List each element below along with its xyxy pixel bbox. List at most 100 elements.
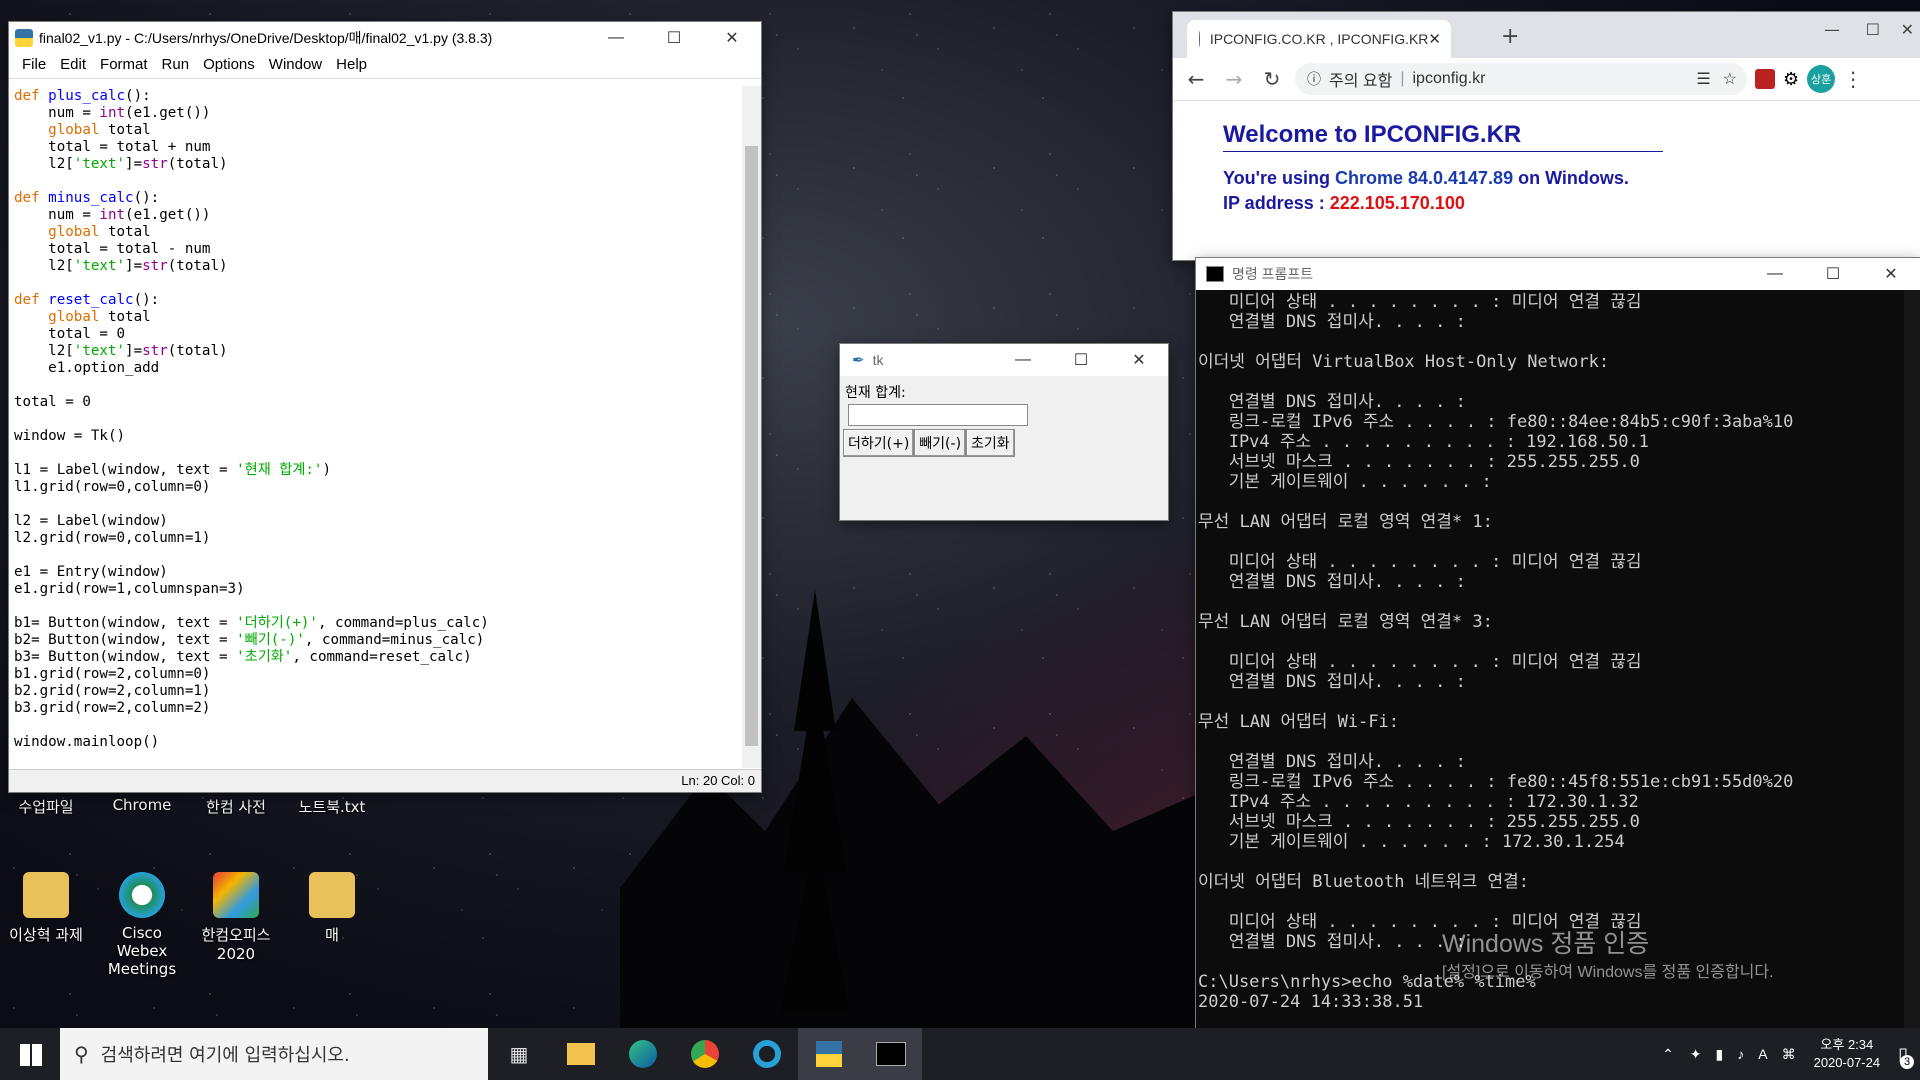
page-content: Welcome to IPCONFIG.KR You're using Chro… bbox=[1173, 101, 1920, 234]
bookmark-star-icon[interactable]: ☆ bbox=[1723, 69, 1737, 89]
edge-icon[interactable] bbox=[612, 1028, 674, 1080]
console-line: 연결별 DNS 접미사. . . . : bbox=[1198, 752, 1466, 772]
code-editor[interactable]: def plus_calc(): num = int(e1.get()) glo… bbox=[9, 86, 742, 768]
chevron-up-icon[interactable]: ⌃ bbox=[1662, 1046, 1674, 1063]
desktop-icon-hancom-office[interactable]: 한컴오피스 2020 bbox=[190, 872, 282, 963]
minimize-button[interactable]: — bbox=[1824, 20, 1840, 39]
desktop-icon-assignment[interactable]: 이상혁 과제 bbox=[0, 872, 92, 945]
chrome-window[interactable]: IPCONFIG.CO.KR , IPCONFIG.KR ✕ + — ☐ ✕ ←… bbox=[1173, 12, 1920, 260]
maximize-button[interactable]: ☐ bbox=[1804, 258, 1862, 290]
minimize-button[interactable]: — bbox=[994, 344, 1052, 376]
ime-icon[interactable]: A bbox=[1758, 1046, 1767, 1062]
close-button[interactable]: ✕ bbox=[1110, 344, 1168, 376]
search-icon: ⚲ bbox=[74, 1042, 89, 1066]
activation-watermark-subtitle: [설정]으로 이동하여 Windows를 정품 인증합니다. bbox=[1442, 964, 1774, 981]
task-view-icon[interactable]: ▦ bbox=[488, 1028, 550, 1080]
browser-version: Chrome 84.0.4147.89 bbox=[1334, 168, 1514, 188]
console-line: 미디어 상태 . . . . . . . . : 미디어 연결 끊김 bbox=[1198, 292, 1642, 312]
add-button[interactable]: 더하기(+) bbox=[843, 429, 915, 457]
desktop-icon-mae-folder[interactable]: 매 bbox=[286, 872, 378, 945]
console-line: 기본 게이트웨이 . . . . . . : bbox=[1198, 472, 1492, 492]
minimize-button[interactable]: — bbox=[587, 22, 645, 54]
console-line: 링크-로컬 IPv6 주소 . . . . : fe80::84ee:84b5:… bbox=[1198, 412, 1794, 432]
cmd-taskbar-icon[interactable] bbox=[860, 1028, 922, 1080]
reload-button[interactable]: ↻ bbox=[1257, 67, 1287, 91]
tk-app-window[interactable]: ✒ tk — ☐ ✕ 현재 합계: 더하기(+) 빼기(-) 초기화 bbox=[840, 344, 1168, 520]
windows-start-icon[interactable] bbox=[20, 1044, 42, 1066]
editor-scrollbar[interactable] bbox=[742, 86, 761, 768]
wifi-icon[interactable]: ⌘ bbox=[1782, 1046, 1796, 1063]
chrome-taskbar-icon[interactable] bbox=[674, 1028, 736, 1080]
close-button[interactable]: ✕ bbox=[703, 22, 761, 54]
notification-center-icon[interactable]: ▯ 3 bbox=[1898, 1044, 1914, 1069]
hancom-office-icon bbox=[213, 872, 259, 918]
battery-icon[interactable]: ▮ bbox=[1716, 1046, 1724, 1063]
menu-run[interactable]: Run bbox=[155, 54, 197, 78]
webex-icon bbox=[119, 872, 165, 918]
cursor-position: Ln: 20 Col: 0 bbox=[681, 773, 755, 788]
maximize-button[interactable]: ☐ bbox=[1866, 20, 1880, 39]
webex-taskbar-icon[interactable] bbox=[736, 1028, 798, 1080]
clock[interactable]: 오후 2:34 2020-07-24 bbox=[1814, 1036, 1881, 1072]
taskbar-search-box[interactable]: ⚲ 검색하려면 여기에 입력하십시오. bbox=[60, 1028, 488, 1080]
cmd-titlebar[interactable]: 명령 프롬프트 — ☐ ✕ bbox=[1196, 258, 1920, 290]
reset-button[interactable]: 초기화 bbox=[966, 429, 1015, 457]
address-bar[interactable]: ⓘ 주의 요함 | ipconfig.kr ☰ ☆ bbox=[1295, 63, 1747, 95]
extensions-icon[interactable]: ⚙ bbox=[1783, 69, 1799, 90]
console-line: 서브넷 마스크 . . . . . . . : 255.255.255.0 bbox=[1198, 812, 1640, 832]
file-explorer-icon[interactable] bbox=[550, 1028, 612, 1080]
ip-address: 222.105.170.100 bbox=[1329, 193, 1465, 213]
folder-icon bbox=[23, 872, 69, 918]
close-button[interactable]: ✕ bbox=[1862, 258, 1920, 290]
pdf-extension-icon[interactable] bbox=[1755, 69, 1775, 89]
volume-icon[interactable]: ♪ bbox=[1737, 1046, 1744, 1062]
menu-window[interactable]: Window bbox=[262, 54, 329, 78]
page-heading: Welcome to IPCONFIG.KR bbox=[1223, 121, 1663, 152]
console-line: 이더넷 어댑터 Bluetooth 네트워크 연결: bbox=[1198, 872, 1529, 892]
console-scrollbar[interactable] bbox=[1904, 290, 1920, 1030]
maximize-button[interactable]: ☐ bbox=[1052, 344, 1110, 376]
tk-titlebar[interactable]: ✒ tk — ☐ ✕ bbox=[840, 344, 1168, 376]
back-button[interactable]: ← bbox=[1181, 67, 1211, 91]
forward-button[interactable]: → bbox=[1219, 67, 1249, 91]
console-line: IPv4 주소 . . . . . . . . . : 192.168.50.1 bbox=[1198, 432, 1649, 452]
tk-button-row: 더하기(+) 빼기(-) 초기화 bbox=[843, 429, 1168, 457]
amount-entry[interactable] bbox=[848, 404, 1028, 426]
tab-close-icon[interactable]: ✕ bbox=[1428, 30, 1441, 48]
chrome-menu-icon[interactable]: ⋮ bbox=[1843, 67, 1863, 91]
idle-menubar: File Edit Format Run Options Window Help bbox=[9, 54, 761, 79]
maximize-button[interactable]: ☐ bbox=[645, 22, 703, 54]
menu-format[interactable]: Format bbox=[93, 54, 155, 78]
command-prompt-window[interactable]: 명령 프롬프트 — ☐ ✕ 미디어 상태 . . . . . . . . : 미… bbox=[1196, 258, 1920, 1030]
browser-tab[interactable]: IPCONFIG.CO.KR , IPCONFIG.KR ✕ bbox=[1187, 20, 1451, 58]
console-line: 이더넷 어댑터 VirtualBox Host-Only Network: bbox=[1198, 352, 1610, 372]
url-text: ipconfig.kr bbox=[1412, 70, 1486, 87]
menu-help[interactable]: Help bbox=[329, 54, 374, 78]
clock-time: 오후 2:34 bbox=[1820, 1037, 1874, 1052]
globe-icon bbox=[1199, 31, 1200, 47]
profile-avatar[interactable]: 상훈 bbox=[1807, 65, 1836, 93]
menu-file[interactable]: File bbox=[15, 54, 53, 78]
python-taskbar-icon[interactable] bbox=[798, 1028, 860, 1080]
scrollbar-thumb[interactable] bbox=[745, 146, 758, 746]
translate-icon[interactable]: ☰ bbox=[1696, 69, 1710, 89]
menu-options[interactable]: Options bbox=[196, 54, 262, 78]
console-line: 2020-07-24 14:33:38.51 bbox=[1198, 992, 1424, 1012]
code-text: def plus_calc(): num = int(e1.get()) glo… bbox=[14, 88, 489, 750]
idle-titlebar[interactable]: final02_v1.py - C:/Users/nrhys/OneDrive/… bbox=[9, 22, 761, 54]
window-title: final02_v1.py - C:/Users/nrhys/OneDrive/… bbox=[39, 30, 493, 46]
minimize-button[interactable]: — bbox=[1746, 258, 1804, 290]
subtract-button[interactable]: 빼기(-) bbox=[914, 429, 967, 457]
new-tab-button[interactable]: + bbox=[1501, 24, 1519, 49]
menu-edit[interactable]: Edit bbox=[53, 54, 93, 78]
idle-editor-window[interactable]: final02_v1.py - C:/Users/nrhys/OneDrive/… bbox=[9, 22, 761, 792]
console-output[interactable]: 미디어 상태 . . . . . . . . : 미디어 연결 끊김 연결별 D… bbox=[1196, 290, 1920, 1014]
close-button[interactable]: ✕ bbox=[1901, 20, 1914, 39]
network-icon[interactable]: ✦ bbox=[1690, 1046, 1702, 1063]
desktop-icon-webex[interactable]: Cisco Webex Meetings bbox=[96, 872, 188, 978]
